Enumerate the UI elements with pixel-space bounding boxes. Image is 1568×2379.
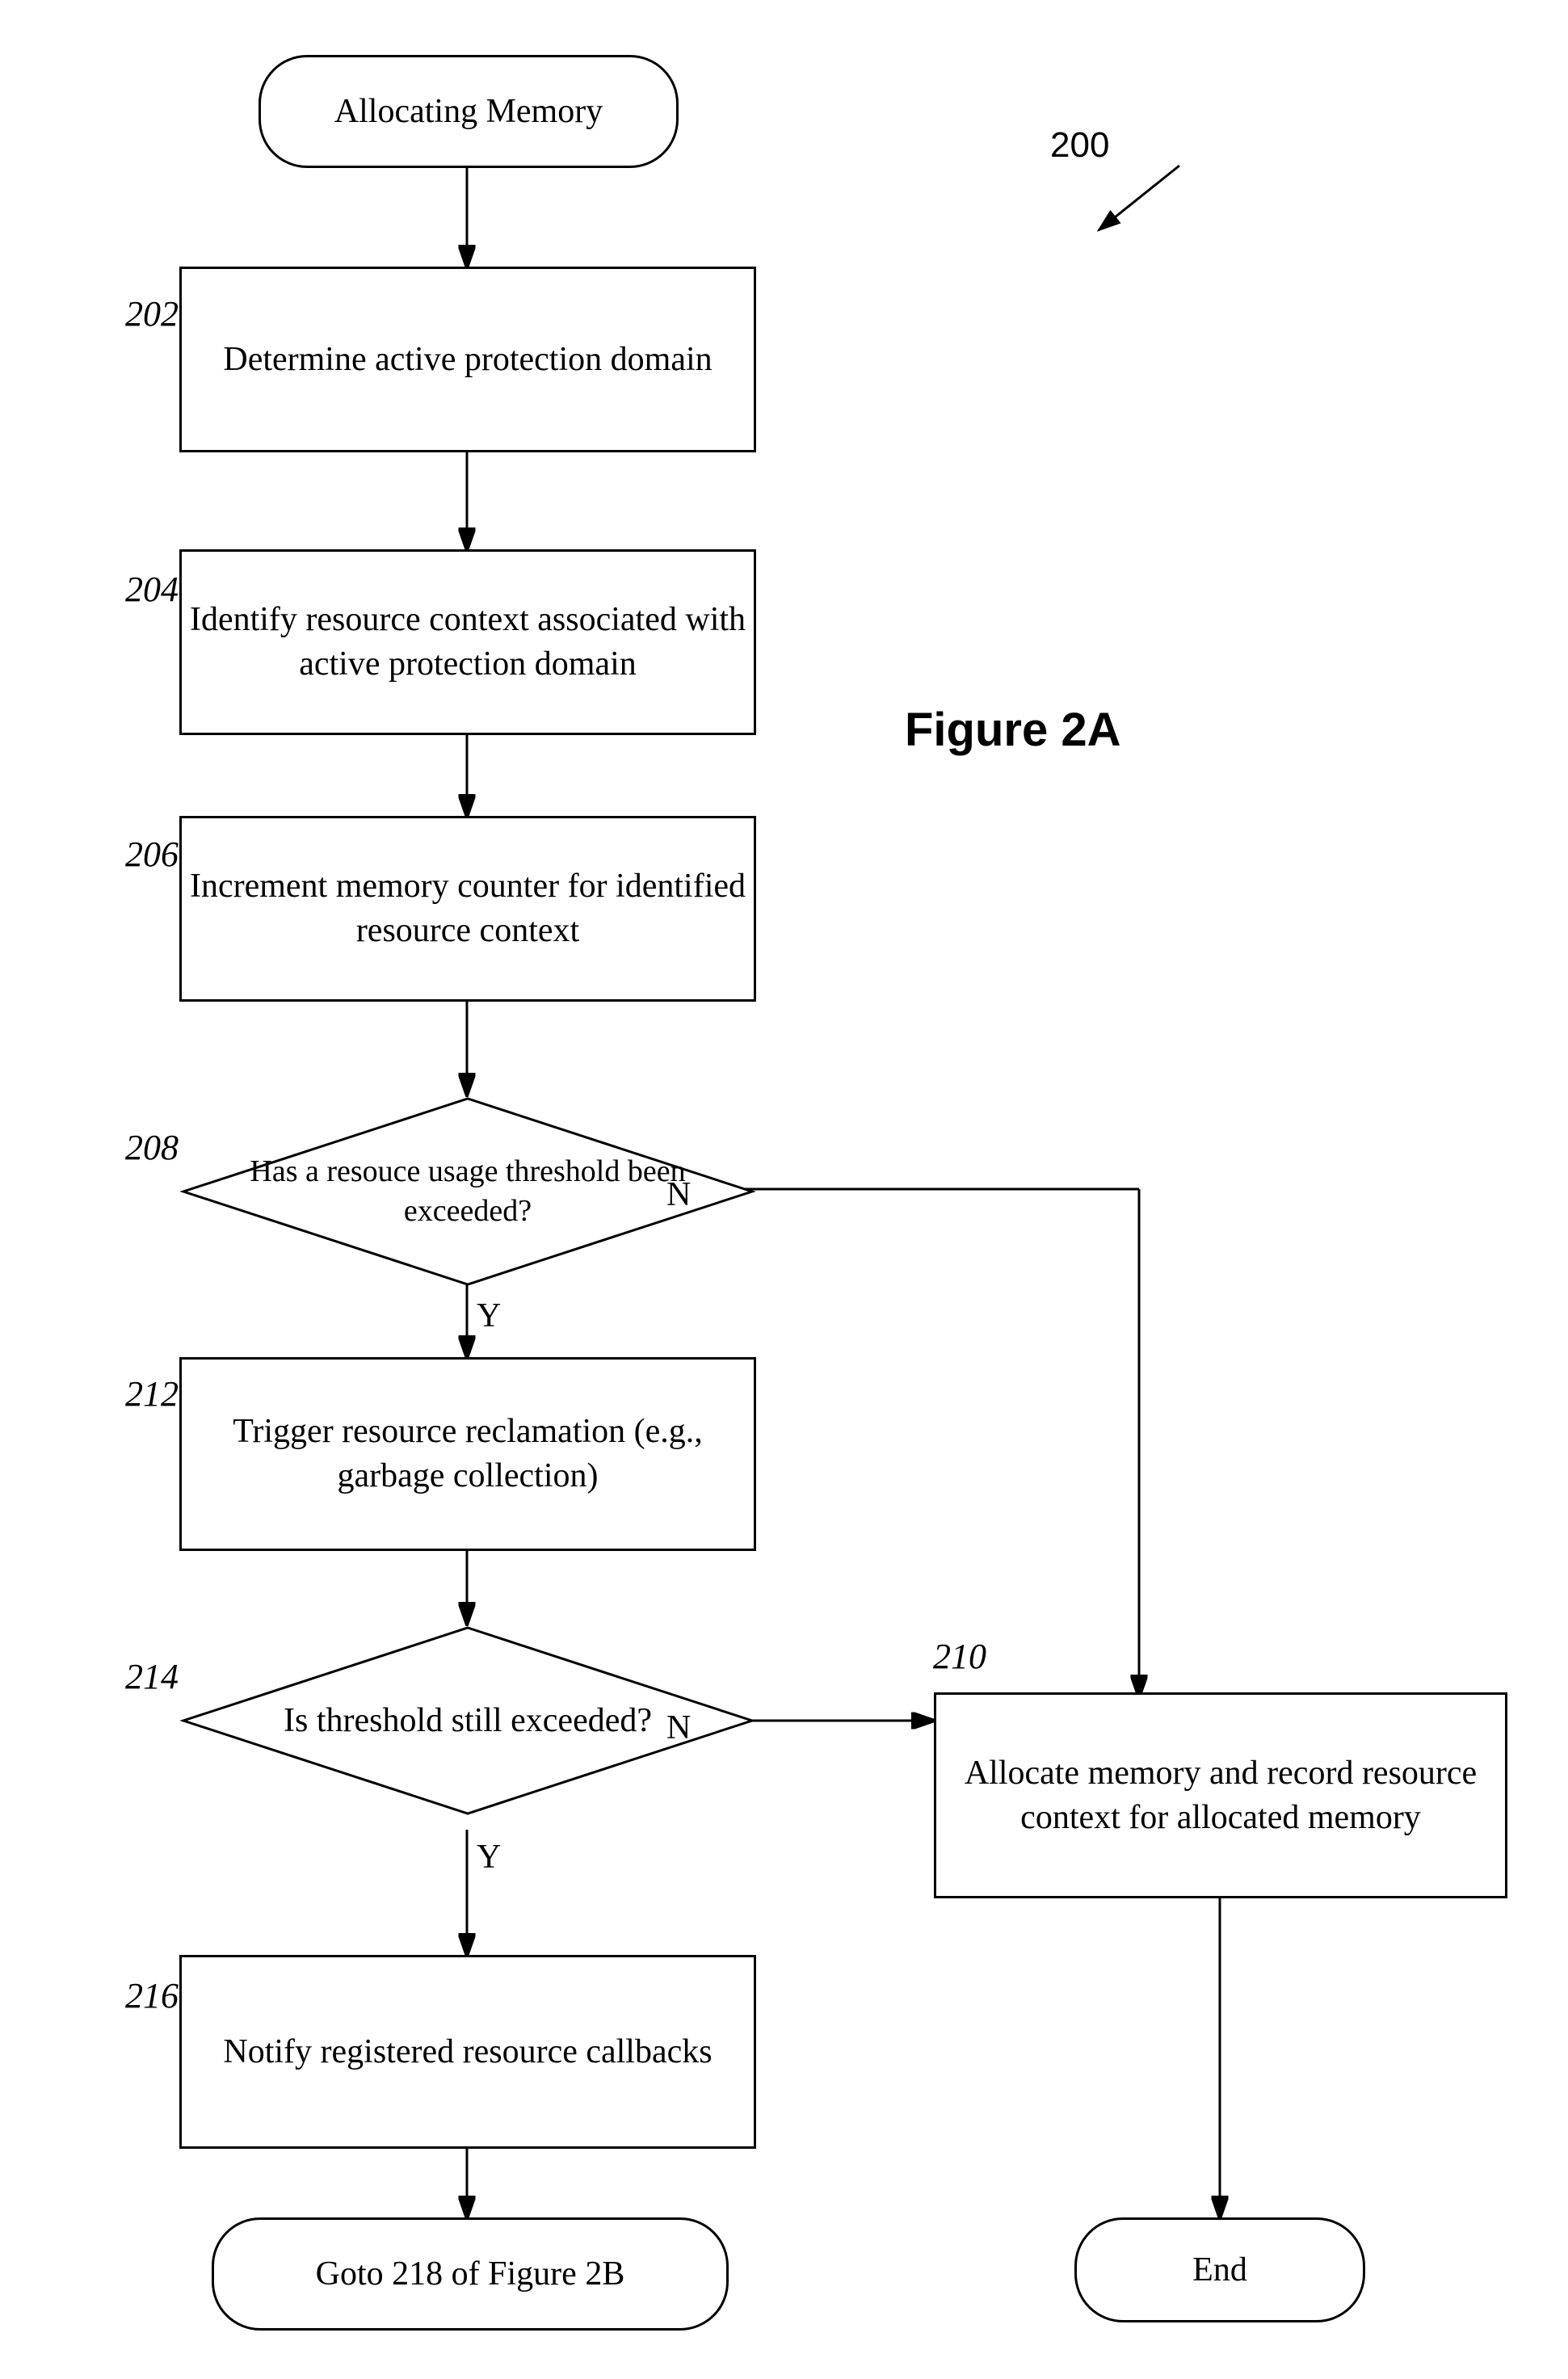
- ref-216: 216: [125, 1975, 179, 2016]
- ref-206: 206: [125, 834, 179, 875]
- label-214-Y: Y: [477, 1838, 501, 1877]
- node-end: End: [1074, 2217, 1365, 2322]
- ref-208: 208: [125, 1127, 179, 1168]
- ref-204: 204: [125, 569, 179, 610]
- node-210: Allocate memory and record resource cont…: [934, 1692, 1507, 1898]
- node-216: Notify registered resource callbacks: [179, 1955, 756, 2149]
- figure-label: Figure 2A: [905, 703, 1121, 757]
- label-208-Y: Y: [477, 1297, 501, 1335]
- ref-212: 212: [125, 1373, 179, 1414]
- ref-arrow-line: [1074, 158, 1236, 254]
- node-206: Increment memory counter for identified …: [179, 816, 756, 1002]
- label-208-N: N: [666, 1175, 691, 1214]
- label-214-N: N: [666, 1709, 691, 1747]
- node-204: Identify resource context associated wit…: [179, 549, 756, 735]
- node-212: Trigger resource reclamation (e.g., garb…: [179, 1357, 756, 1551]
- ref-214: 214: [125, 1656, 179, 1697]
- diagram-container: 200 Figure 2A Allocating Memory 202 Dete…: [0, 0, 1568, 2379]
- node-goto: Goto 218 of Figure 2B: [212, 2217, 729, 2331]
- ref-202: 202: [125, 293, 179, 334]
- ref-210: 210: [933, 1636, 986, 1677]
- node-start: Allocating Memory: [259, 55, 679, 168]
- node-202: Determine active protection domain: [179, 267, 756, 452]
